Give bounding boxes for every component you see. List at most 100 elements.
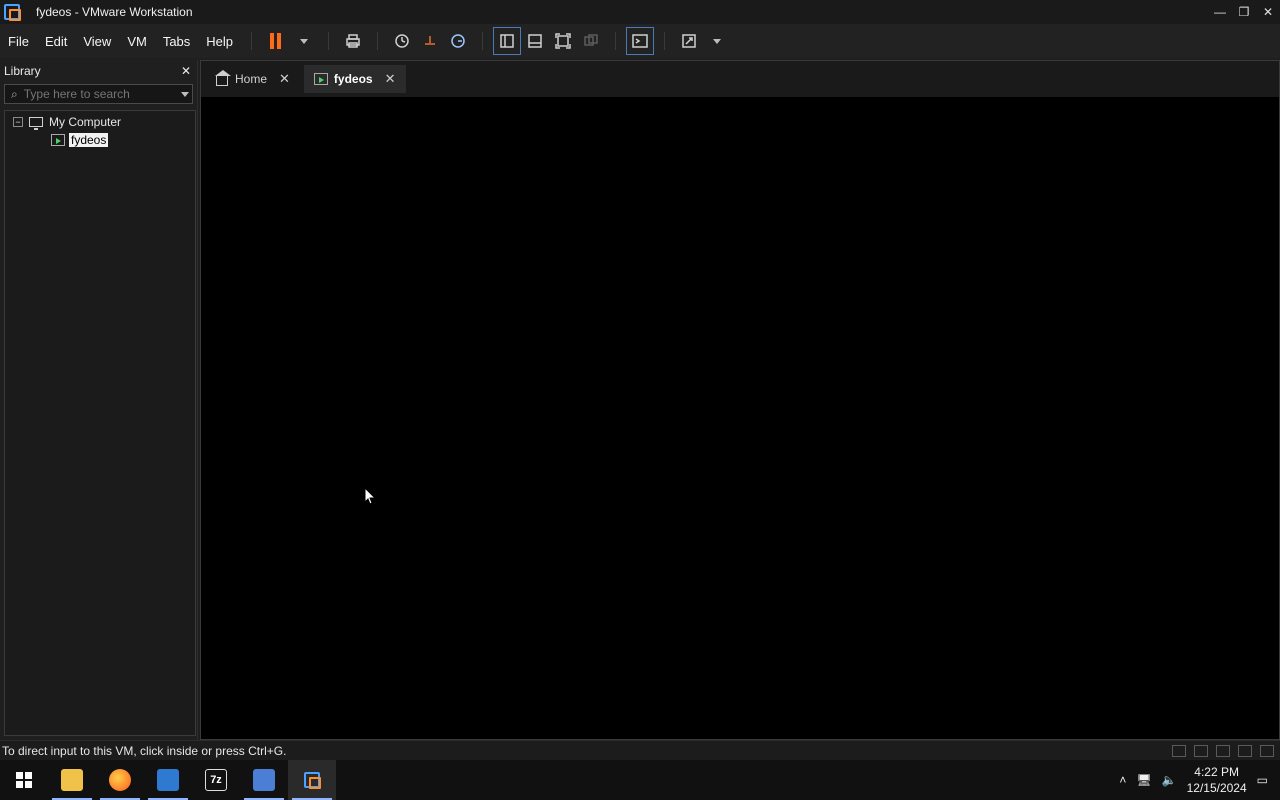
clock-date: 12/15/2024: [1186, 781, 1247, 795]
thumbnail-bar-icon: [528, 34, 542, 48]
title-bar: fydeos - VMware Workstation — ❐ ✕: [0, 0, 1280, 24]
close-tab-home-button[interactable]: ✕: [279, 71, 290, 87]
vmware-logo-icon: [4, 4, 21, 21]
taskbar-7zip[interactable]: 7z: [192, 760, 240, 800]
snapshot-manager-icon: [451, 34, 465, 48]
device-status-icons: [1172, 744, 1274, 757]
chevron-down-icon: [713, 38, 722, 44]
snapshot-manager-button[interactable]: [444, 27, 472, 55]
revert-icon: [425, 36, 436, 45]
tree-label-my-computer: My Computer: [49, 115, 122, 129]
taskbar-file-explorer[interactable]: [48, 760, 96, 800]
console-view-button[interactable]: [626, 27, 655, 55]
sound-icon[interactable]: [1216, 744, 1230, 757]
library-tree: − My Computer fydeos: [4, 110, 196, 736]
notification-icon[interactable]: ▭: [1257, 773, 1268, 787]
menu-toolbar: File Edit View VM Tabs Help: [0, 24, 1280, 58]
network-tray-icon[interactable]: 🖥: [1136, 773, 1151, 787]
close-tab-vm-button[interactable]: ✕: [385, 71, 396, 87]
library-panel: Library ✕ ⌕ − My Computer fydeos: [0, 60, 198, 740]
menu-help[interactable]: Help: [198, 34, 241, 49]
library-search-input[interactable]: [17, 85, 181, 103]
menu-edit[interactable]: Edit: [37, 34, 75, 49]
restore-button[interactable]: ❐: [1232, 0, 1256, 24]
terminal-icon: [632, 34, 648, 48]
folder-icon: [61, 769, 83, 791]
windows-logo-icon: [16, 772, 32, 788]
vmware-icon: [301, 769, 323, 791]
library-title: Library: [4, 64, 41, 78]
7zip-icon: 7z: [205, 769, 227, 791]
tree-label-vm: fydeos: [69, 133, 109, 147]
taskbar-vscode[interactable]: [144, 760, 192, 800]
usb-icon[interactable]: [1238, 744, 1252, 757]
show-thumbnail-bar-button[interactable]: [521, 27, 549, 55]
library-search-box[interactable]: ⌕: [4, 84, 193, 104]
vm-icon: [313, 72, 328, 86]
tab-home-label: Home: [235, 72, 268, 86]
window-title: fydeos - VMware Workstation: [36, 5, 193, 19]
app-2000-icon: [253, 769, 275, 791]
menu-vm[interactable]: VM: [119, 34, 155, 49]
toolbar-separator: [615, 32, 617, 50]
tree-row-vm[interactable]: fydeos: [5, 131, 195, 149]
chevron-down-icon[interactable]: [180, 91, 189, 97]
fullscreen-icon: [555, 33, 571, 49]
power-dropdown-button[interactable]: [290, 27, 318, 55]
taskbar-firefox[interactable]: [96, 760, 144, 800]
pause-button[interactable]: [262, 27, 290, 55]
vm-display[interactable]: [201, 97, 1279, 739]
firefox-icon: [109, 769, 131, 791]
vm-workspace: Home ✕ fydeos ✕: [200, 60, 1280, 740]
snapshot-button[interactable]: [388, 27, 416, 55]
stretch-dropdown-button[interactable]: [703, 27, 731, 55]
status-message: To direct input to this VM, click inside…: [2, 743, 287, 758]
revert-snapshot-button[interactable]: [416, 27, 444, 55]
clock-icon: [395, 34, 409, 48]
stretch-icon: [682, 34, 696, 48]
computer-icon: [29, 117, 43, 130]
printer-icon: [346, 34, 360, 48]
close-library-button[interactable]: ✕: [181, 64, 191, 78]
minimize-button[interactable]: —: [1208, 0, 1232, 24]
toolbar-separator: [664, 32, 666, 50]
menu-file[interactable]: File: [0, 34, 37, 49]
full-screen-button[interactable]: [549, 27, 577, 55]
mouse-cursor-icon: [364, 487, 376, 505]
tab-vm[interactable]: fydeos ✕: [303, 65, 406, 93]
toolbar-separator: [328, 32, 330, 50]
code-editor-icon: [157, 769, 179, 791]
menu-tabs[interactable]: Tabs: [155, 34, 198, 49]
search-icon: ⌕: [11, 86, 18, 101]
unity-button[interactable]: [577, 27, 605, 55]
pause-icon: [269, 33, 283, 49]
clock[interactable]: 4:22 PM 12/15/2024: [1187, 764, 1247, 796]
volume-tray-icon[interactable]: 🔈: [1162, 773, 1177, 787]
show-library-button[interactable]: [493, 27, 522, 55]
collapse-toggle[interactable]: −: [13, 117, 23, 127]
sidebar-icon: [500, 34, 514, 48]
menu-view[interactable]: View: [75, 34, 119, 49]
stretch-guest-button[interactable]: [675, 27, 703, 55]
taskbar: 7z ˄ 🖥 🔈 4:22 PM 12/15/2024 ▭: [0, 760, 1280, 800]
close-window-button[interactable]: ✕: [1256, 0, 1280, 24]
send-ctrl-alt-del-button[interactable]: [339, 27, 367, 55]
message-icon[interactable]: [1260, 744, 1274, 757]
tab-home[interactable]: Home ✕: [205, 65, 300, 93]
toolbar-separator: [482, 32, 484, 50]
tree-row-my-computer[interactable]: − My Computer: [5, 113, 195, 131]
chevron-up-icon[interactable]: ˄: [1119, 773, 1126, 787]
tab-bar: Home ✕ fydeos ✕: [201, 61, 1279, 97]
network-icon[interactable]: [1194, 744, 1208, 757]
vm-icon: [51, 134, 65, 146]
system-tray: ˄ 🖥 🔈 4:22 PM 12/15/2024 ▭: [1119, 760, 1280, 800]
taskbar-app-2000[interactable]: [240, 760, 288, 800]
tab-vm-label: fydeos: [333, 72, 373, 86]
chevron-down-icon: [300, 38, 309, 44]
taskbar-vmware[interactable]: [288, 760, 336, 800]
home-icon: [215, 70, 231, 86]
disk-icon[interactable]: [1172, 744, 1186, 757]
library-header: Library ✕: [0, 60, 197, 82]
start-button[interactable]: [0, 760, 48, 800]
clock-time: 4:22 PM: [1194, 765, 1239, 779]
